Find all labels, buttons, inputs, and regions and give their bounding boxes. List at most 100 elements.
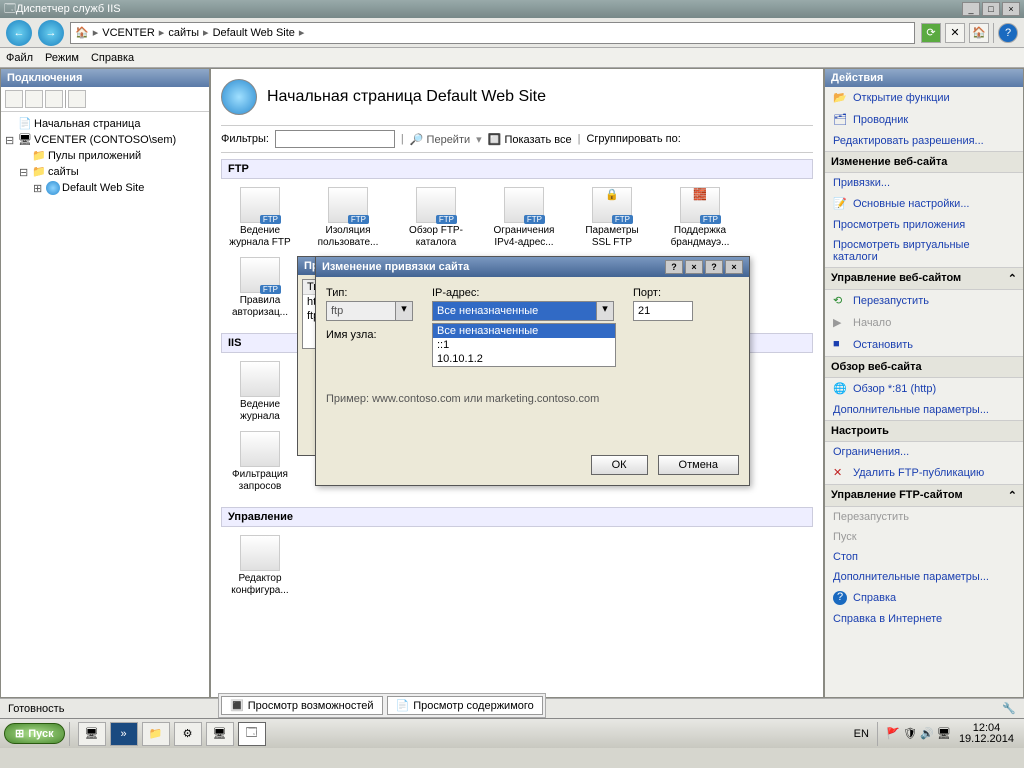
ftp-logging[interactable]: FTPВедение журнала FTP [225,187,295,249]
crumb-server[interactable]: VCENTER [102,27,155,39]
action-online-help[interactable]: Справка в Интернете [825,609,1023,629]
showall-button[interactable]: 🔲 Показать все [488,133,572,146]
refresh-icon[interactable]: ⟳ [921,23,941,43]
maximize-button[interactable]: □ [982,2,1000,16]
ftp-authorization-rules[interactable]: FTPПравила авторизац... [225,257,295,319]
tree-toolbar [1,87,209,112]
tray-sound-icon[interactable]: 🔊 [920,727,934,741]
features-icon: 🔳 [230,699,244,712]
start-page-icon: 📄 [18,117,32,131]
action-explorer[interactable]: 🗂Проводник [825,109,1023,131]
app-pools-icon: 📁 [32,149,46,163]
clock[interactable]: 12:04 19.12.2014 [959,723,1014,745]
menu-help[interactable]: Справка [91,52,134,64]
connections-header: Подключения [1,69,209,87]
ok-button[interactable]: ОК [591,455,648,475]
ftp-ipv4-restrictions[interactable]: FTPОграничения IPv4-адрес... [489,187,559,249]
iis-request-filtering[interactable]: Фильтрация запросов [225,431,295,493]
action-open-feature[interactable]: 📂Открытие функции [825,87,1023,109]
dialog-help-button[interactable]: ? [665,260,683,274]
tray-network-icon[interactable]: 🛡 [903,727,917,741]
ftp-ssl-settings[interactable]: 🔒FTPПараметры SSL FTP [577,187,647,249]
group-ftp-header[interactable]: FTP [221,159,813,179]
taskbar-app1[interactable]: ⚙ [174,722,202,746]
tree-app-pools[interactable]: 📁Пулы приложений [3,148,207,164]
tree-default-site[interactable]: ⊞Default Web Site [3,180,207,196]
collapse-icon[interactable]: ⌃ [1008,272,1017,285]
menu-mode[interactable]: Режим [45,52,79,64]
action-ftp-advanced[interactable]: Дополнительные параметры... [825,567,1023,587]
action-basic-settings[interactable]: 📝Основные настройки... [825,193,1023,215]
section-browse-site: Обзор веб-сайта [825,356,1023,378]
taskbar-explorer[interactable]: 📁 [142,722,170,746]
action-remove-ftp[interactable]: ✕Удалить FTP-публикацию [825,462,1023,484]
tab-features[interactable]: 🔳Просмотр возможностей [221,696,383,715]
ftp-user-isolation[interactable]: FTPИзоляция пользовате... [313,187,383,249]
action-browse[interactable]: 🌐Обзор *:81 (http) [825,378,1023,400]
tree-connect-button[interactable] [5,90,23,108]
dialog-help-button2[interactable]: ? [705,260,723,274]
ftp-directory-browsing[interactable]: FTPОбзор FTP-каталога [401,187,471,249]
cancel-button[interactable]: Отмена [658,455,739,475]
tree-up-button[interactable] [45,90,63,108]
action-help[interactable]: ?Справка [825,587,1023,609]
stop-icon[interactable]: ✕ [945,23,965,43]
tab-content[interactable]: 📄Просмотр содержимого [387,696,543,715]
restart-icon: ⟲ [833,294,847,308]
ftp-firewall-support[interactable]: 🧱FTPПоддержка брандмауэ... [665,187,735,249]
breadcrumb[interactable]: 🏠▸ VCENTER▸ сайты▸ Default Web Site▸ [70,22,915,44]
crumb-site[interactable]: Default Web Site [213,27,295,39]
filter-input[interactable] [275,130,395,148]
sites-icon: 📁 [32,165,46,179]
action-restart[interactable]: ⟲Перезапустить [825,290,1023,312]
minimize-button[interactable]: _ [962,2,980,16]
dialog-close-button[interactable]: × [685,260,703,274]
tree-save-button[interactable] [25,90,43,108]
dialog-close-button2[interactable]: × [725,260,743,274]
tree-start-page[interactable]: 📄Начальная страница [3,116,207,132]
ip-combo[interactable] [432,301,597,321]
ip-dropdown-button[interactable]: ▾ [597,301,614,321]
help-icon[interactable]: ? [998,23,1018,43]
tree-server[interactable]: ⊟🖥VCENTER (CONTOSO\sem) [3,132,207,148]
taskbar-powershell[interactable]: » [110,722,138,746]
taskbar-iis-active[interactable]: 🗔 [238,722,266,746]
status-text: Готовность [8,703,64,715]
go-button[interactable]: 🔎 Перейти [410,133,470,146]
action-bindings[interactable]: Привязки... [825,173,1023,193]
config-editor[interactable]: Редактор конфигура... [225,535,295,597]
crumb-sites[interactable]: сайты [168,27,199,39]
stop-action-icon: ■ [833,338,847,352]
taskbar-app2[interactable]: 🖥 [206,722,234,746]
action-ftp-stop[interactable]: Стоп [825,547,1023,567]
action-view-apps[interactable]: Просмотреть приложения [825,215,1023,235]
action-stop[interactable]: ■Остановить [825,334,1023,356]
delete-icon: ✕ [833,466,847,480]
action-limits[interactable]: Ограничения... [825,442,1023,462]
start-button[interactable]: ⊞Пуск [4,723,65,744]
close-button[interactable]: × [1002,2,1020,16]
forward-button[interactable]: → [38,20,64,46]
port-input[interactable] [633,301,693,321]
edit-binding-dialog: Изменение привязки сайта ? × ? × Тип: ▾ … [315,256,750,486]
taskbar-server-manager[interactable]: 🖥 [78,722,106,746]
action-view-vdirs[interactable]: Просмотреть виртуальные каталоги [825,235,1023,267]
tray-icons[interactable]: 🚩 🛡 🔊 🖥 [886,727,951,741]
action-edit-permissions[interactable]: Редактировать разрешения... [825,131,1023,151]
menu-file[interactable]: Файл [6,52,33,64]
tray-monitor-icon[interactable]: 🖥 [937,727,951,741]
group-mgmt-header[interactable]: Управление [221,507,813,527]
ip-option-2[interactable]: 10.10.1.2 [433,352,615,366]
back-button[interactable]: ← [6,20,32,46]
ip-option-all[interactable]: Все неназначенные [433,324,615,338]
home-nav-icon[interactable]: 🏠 [969,23,989,43]
language-indicator[interactable]: EN [854,728,869,740]
tree-refresh-button[interactable] [68,90,86,108]
ip-option-1[interactable]: ::1 [433,338,615,352]
collapse-ftp-icon[interactable]: ⌃ [1008,489,1017,502]
tray-flag-icon[interactable]: 🚩 [886,727,900,741]
tree-sites[interactable]: ⊟📁сайты [3,164,207,180]
action-advanced[interactable]: Дополнительные параметры... [825,400,1023,420]
iis-logging[interactable]: Ведение журнала [225,361,295,423]
section-manage-ftp: Управление FTP-сайтом⌃ [825,484,1023,507]
